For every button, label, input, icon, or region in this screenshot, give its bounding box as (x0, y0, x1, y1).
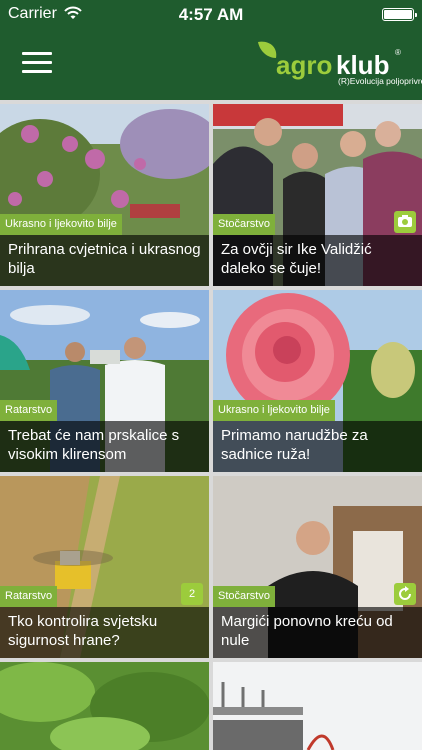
update-badge (394, 583, 416, 605)
photo-gallery-badge (394, 211, 416, 233)
refresh-icon (399, 586, 411, 600)
agroklub-logo[interactable]: agro klub ® (R)Evolucija poljoprivrede (256, 40, 422, 88)
article-title: Prihrana cvjetnica i ukrasnog bilja (0, 235, 209, 286)
article-title: Primamo narudžbe za sadnice ruža! (213, 421, 422, 472)
status-bar: Carrier 4:57 AM (0, 0, 422, 28)
registered-mark: ® (395, 48, 401, 57)
article-card[interactable]: Ratarstvo Trebat će nam prskalice s viso… (0, 290, 209, 472)
category-badge: Ukrasno i ljekovito bilje (213, 400, 335, 421)
app-header: Carrier 4:57 AM agro klub ® (R)Evolucija… (0, 0, 422, 100)
hamburger-line (22, 52, 52, 55)
comment-count-badge: 2 (181, 583, 203, 605)
article-card[interactable] (0, 662, 209, 750)
article-photo (213, 662, 422, 750)
category-badge: Stočarstvo (213, 214, 275, 235)
logo-tagline: (R)Evolucija poljoprivrede (338, 76, 422, 86)
article-card[interactable] (213, 662, 422, 750)
category-badge: Ratarstvo (0, 586, 58, 607)
article-title: Trebat će nam prskalice s visokim kliren… (0, 421, 209, 472)
hamburger-line (22, 70, 52, 73)
article-card[interactable]: Stočarstvo Za ovčji sir Ike Validžić dal… (213, 104, 422, 286)
article-grid: Ukrasno i ljekovito bilje Prihrana cvjet… (0, 100, 422, 750)
article-card[interactable]: Ukrasno i ljekovito bilje Primamo narudž… (213, 290, 422, 472)
category-badge: Ratarstvo (0, 400, 58, 421)
category-badge: Stočarstvo (213, 586, 275, 607)
article-title: Margići ponovno kreću od nule (213, 607, 422, 658)
status-time: 4:57 AM (178, 5, 244, 24)
category-badge: Ukrasno i ljekovito bilje (0, 214, 122, 235)
menu-button[interactable] (22, 52, 54, 76)
logo-agro-text: agro (276, 50, 333, 80)
article-title: Za ovčji sir Ike Validžić daleko se čuje… (213, 235, 422, 286)
article-card[interactable]: Ratarstvo 2 Tko kontrolira svjetsku sigu… (0, 476, 209, 658)
battery-icon (382, 8, 417, 21)
article-card[interactable]: Ukrasno i ljekovito bilje Prihrana cvjet… (0, 104, 209, 286)
camera-icon (398, 215, 412, 227)
article-title: Tko kontrolira svjetsku sigurnost hrane? (0, 607, 209, 658)
article-photo (0, 662, 209, 750)
article-card[interactable]: Stočarstvo Margići ponovno kreću od nule (213, 476, 422, 658)
hamburger-line (22, 61, 52, 64)
